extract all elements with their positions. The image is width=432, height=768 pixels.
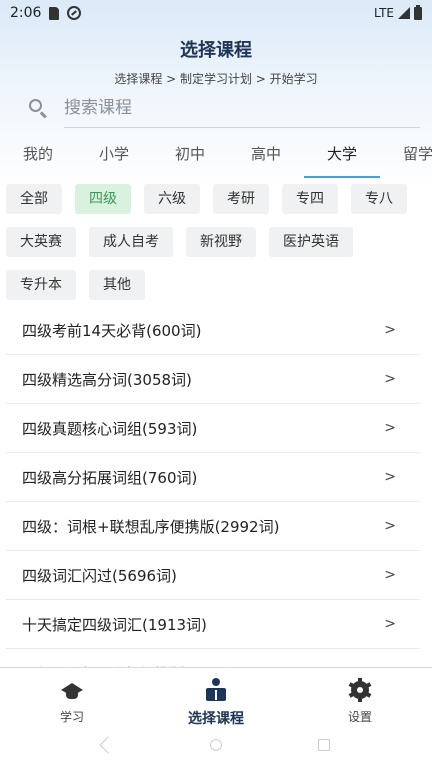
tab-mine[interactable]: 我的 [0,138,76,180]
recent-apps-icon[interactable] [318,739,330,751]
tab-university[interactable]: 大学 [304,138,380,180]
chevron-right-icon: > [384,371,396,387]
sd-card-icon [49,6,60,20]
search-icon [28,98,48,119]
course-item[interactable]: 四级高分拓展词组(760词) > [6,453,420,502]
course-item[interactable]: 四级真题核心词组(593词) > [6,404,420,453]
system-nav-bar [0,732,432,758]
chip-new-horizon[interactable]: 新视野 [186,227,256,257]
nav-label: 选择课程 [188,711,244,727]
chip-adult-exam[interactable]: 成人自考 [89,227,173,257]
network-type: LTE [374,6,394,20]
course-title: 四级高分拓展词组(760词) [22,468,198,487]
course-title: 四级：词根+联想乱序便携版(2992词) [22,517,280,536]
chip-cet4[interactable]: 四级 [75,184,131,214]
chip-upgrade-bachelor[interactable]: 专升本 [6,270,76,300]
chip-tem8[interactable]: 专八 [351,184,407,214]
battery-icon [414,4,422,20]
graduation-cap-icon [60,678,84,702]
status-bar: 2:06 LTE [0,0,432,26]
chevron-right-icon: > [384,616,396,632]
tab-junior-high[interactable]: 初中 [152,138,228,180]
course-title: 十天搞定四级词汇(1913词) [22,615,207,634]
chevron-right-icon: > [384,518,396,534]
tab-senior-high[interactable]: 高中 [228,138,304,180]
home-icon[interactable] [210,739,222,751]
chevron-right-icon: > [384,420,396,436]
header: 选择课程 选择课程 > 制定学习计划 > 开始学习 [0,36,432,87]
search-input[interactable] [64,88,420,128]
category-chips: 全部 四级 六级 考研 专四 专八 大英赛 成人自考 新视野 医护英语 专升本 … [6,184,426,300]
course-title: 四级真题核心词组(593词) [22,419,198,438]
nav-label: 学习 [59,710,84,724]
tab-primary[interactable]: 小学 [76,138,152,180]
course-title: 四级考前14天必背(600词) [22,321,202,340]
reader-icon [204,678,228,702]
back-icon[interactable] [99,736,117,754]
course-item[interactable]: 十天搞定四级词汇(1913词) > [6,600,420,649]
level-tabs: 我的 小学 初中 高中 大学 留学 [0,138,432,180]
breadcrumb: 选择课程 > 制定学习计划 > 开始学习 [114,72,318,86]
page-title: 选择课程 [180,40,252,61]
search-bar [28,88,420,128]
chevron-right-icon: > [384,567,396,583]
chip-other[interactable]: 其他 [89,270,145,300]
chip-medical-english[interactable]: 医护英语 [269,227,353,257]
course-item[interactable]: 四级词汇闪过(5696词) > [6,551,420,600]
nav-label: 设置 [347,710,372,724]
chip-cet6[interactable]: 六级 [144,184,200,214]
chip-english-contest[interactable]: 大英赛 [6,227,76,257]
chevron-right-icon: > [384,322,396,338]
status-time: 2:06 [10,5,42,21]
course-list: 四级考前14天必背(600词) > 四级精选高分词(3058词) > 四级真题核… [6,306,420,698]
course-item[interactable]: 四级考前14天必背(600词) > [6,306,420,355]
gear-icon [348,678,372,702]
course-title: 四级精选高分词(3058词) [22,370,192,389]
chip-tem4[interactable]: 专四 [282,184,338,214]
tab-study-abroad[interactable]: 留学 [380,138,432,180]
chevron-right-icon: > [384,469,396,485]
signal-icon [398,7,410,19]
sync-icon [67,6,82,20]
chip-all[interactable]: 全部 [6,184,62,214]
course-item[interactable]: 四级：词根+联想乱序便携版(2992词) > [6,502,420,551]
course-title: 四级词汇闪过(5696词) [22,566,177,585]
course-item[interactable]: 四级精选高分词(3058词) > [6,355,420,404]
chip-postgrad[interactable]: 考研 [213,184,269,214]
